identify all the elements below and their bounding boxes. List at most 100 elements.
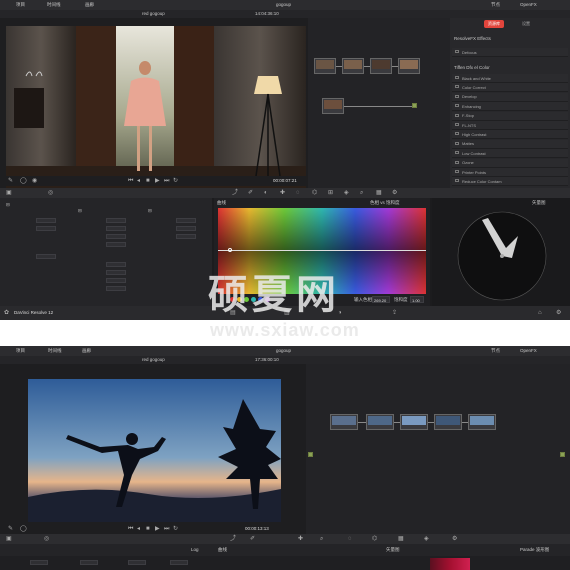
page-deliver-icon[interactable]: ⇪	[392, 310, 397, 316]
step-back-icon[interactable]: ◂	[137, 178, 140, 184]
blur-tool-icon[interactable]: ◌	[348, 536, 352, 542]
openfx-tab-library[interactable]: 资源库	[484, 20, 504, 28]
circle-icon[interactable]: ◯	[20, 526, 27, 532]
node-3[interactable]	[370, 58, 392, 74]
stop-icon[interactable]: ■	[146, 178, 150, 184]
bottom-menu-item-gallery[interactable]: 画廊	[82, 348, 91, 354]
settings-icon[interactable]: ⚙	[392, 190, 397, 196]
swatch-green[interactable]	[244, 297, 249, 302]
loop-icon[interactable]: ↻	[173, 526, 178, 532]
param-field[interactable]	[176, 234, 196, 239]
blur-tool-icon[interactable]: ◌	[296, 190, 300, 196]
openfx-item[interactable]: Develop	[452, 92, 568, 102]
top-openfx-tab[interactable]: OpenFX	[520, 2, 537, 7]
window-tool-icon[interactable]: ◐	[264, 190, 268, 196]
step-back-icon[interactable]: ◂	[137, 526, 140, 532]
stop-icon[interactable]: ■	[146, 526, 150, 532]
param-field[interactable]	[176, 218, 196, 223]
param-field[interactable]	[36, 218, 56, 223]
skip-forward-icon[interactable]: ⏭	[164, 526, 169, 532]
param-field[interactable]	[30, 560, 48, 565]
camera-icon[interactable]: ▣	[6, 536, 12, 542]
top-menu-item-gallery[interactable]: 画廊	[85, 2, 94, 8]
node-3[interactable]	[400, 414, 428, 430]
curve-control-point[interactable]	[228, 248, 232, 252]
node-4[interactable]	[398, 58, 420, 74]
openfx-item[interactable]: Reduce Color Contam	[452, 177, 568, 187]
bottom-menu-item-project[interactable]: 项目	[16, 348, 25, 354]
openfx-item[interactable]: Printer Points	[452, 168, 568, 177]
page-media-icon[interactable]: ▤	[230, 310, 236, 316]
swatch-yellow[interactable]	[237, 297, 242, 302]
wheel-icon[interactable]: ◎	[44, 536, 49, 542]
param-field[interactable]	[106, 242, 126, 247]
curve-tool-icon[interactable]: ⤴	[230, 536, 236, 542]
grid-icon[interactable]: ▦	[398, 536, 404, 542]
curve-tool-icon[interactable]: ⤴	[232, 190, 238, 196]
tracker-icon[interactable]: ✚	[280, 190, 285, 196]
camera-icon[interactable]: ▣	[6, 190, 12, 196]
node-2[interactable]	[342, 58, 364, 74]
node-2[interactable]	[366, 414, 394, 430]
openfx-item[interactable]: F-Stop	[452, 111, 568, 121]
openfx-item[interactable]: Defocus	[452, 48, 568, 57]
param-field[interactable]	[106, 218, 126, 223]
tracker-icon[interactable]: ✚	[298, 536, 303, 542]
node-output-square[interactable]	[412, 103, 417, 108]
pencil-icon[interactable]: ✎	[8, 526, 13, 532]
param-field[interactable]	[106, 262, 126, 267]
wheel-icon[interactable]: ◎	[48, 190, 53, 196]
circle-icon[interactable]: ◯	[20, 178, 27, 184]
eye-icon[interactable]: ◉	[32, 178, 37, 184]
saturation-field[interactable]: 1.00	[410, 296, 424, 303]
param-field[interactable]	[106, 234, 126, 239]
skip-forward-icon[interactable]: ⏭	[164, 178, 169, 184]
param-field[interactable]	[80, 560, 98, 565]
swatch-blue[interactable]	[258, 297, 263, 302]
grid-icon[interactable]: ▦	[376, 190, 382, 196]
param-field[interactable]	[106, 226, 126, 231]
key-tool-icon[interactable]: ⌬	[372, 536, 377, 542]
node-1[interactable]	[330, 414, 358, 430]
play-icon[interactable]: ▶	[155, 526, 160, 532]
node-1[interactable]	[314, 58, 336, 74]
openfx-item[interactable]: Mattes	[452, 139, 568, 149]
param-field[interactable]	[36, 254, 56, 259]
top-menu-item-timeline[interactable]: 时间线	[47, 2, 61, 8]
openfx-tab-settings[interactable]: 设置	[522, 21, 530, 27]
skip-back-icon[interactable]: ⏮	[128, 178, 133, 184]
openfx-item[interactable]: Low Contrast	[452, 149, 568, 159]
search-icon[interactable]: ⌕	[360, 190, 363, 196]
skip-back-icon[interactable]: ⏮	[128, 526, 133, 532]
node-input-square[interactable]	[308, 452, 313, 457]
node-5[interactable]	[468, 414, 496, 430]
param-field[interactable]	[170, 560, 188, 565]
page-color-icon[interactable]: ◑	[338, 310, 342, 316]
node-5[interactable]	[322, 98, 344, 114]
param-field[interactable]	[128, 560, 146, 565]
openfx-item[interactable]: High Contrast	[452, 130, 568, 140]
pencil-icon[interactable]: ✎	[8, 178, 13, 184]
openfx-item[interactable]: Black and White	[452, 74, 568, 83]
node-output-square[interactable]	[560, 452, 565, 457]
openfx-item[interactable]: FL-NTS	[452, 121, 568, 130]
param-field[interactable]	[176, 226, 196, 231]
top-mode-label[interactable]: 节点	[491, 2, 500, 8]
openfx-item[interactable]: Ozone	[452, 158, 568, 168]
gear-icon[interactable]: ⚙	[556, 310, 561, 316]
openfx-item[interactable]: Color Correct	[452, 83, 568, 93]
loop-icon[interactable]: ↻	[173, 178, 178, 184]
bottom-log-label[interactable]: Log	[191, 547, 199, 552]
search-icon[interactable]: ⌕	[320, 536, 323, 542]
top-menu-item-project[interactable]: 项目	[16, 2, 25, 8]
3d-tool-icon[interactable]: ◈	[344, 190, 349, 196]
param-field[interactable]	[106, 270, 126, 275]
3d-tool-icon[interactable]: ◈	[424, 536, 429, 542]
bottom-scopes-mode[interactable]: Parade 波形图	[520, 547, 549, 553]
param-field[interactable]	[106, 286, 126, 291]
bottom-openfx-tab[interactable]: OpenFX	[520, 348, 537, 353]
bottom-mode-label[interactable]: 节点	[491, 348, 500, 354]
hue-curve-area[interactable]	[218, 208, 426, 294]
openfx-item[interactable]: Enhancing	[452, 102, 568, 112]
input-hue-field[interactable]: 269.20	[372, 296, 390, 303]
